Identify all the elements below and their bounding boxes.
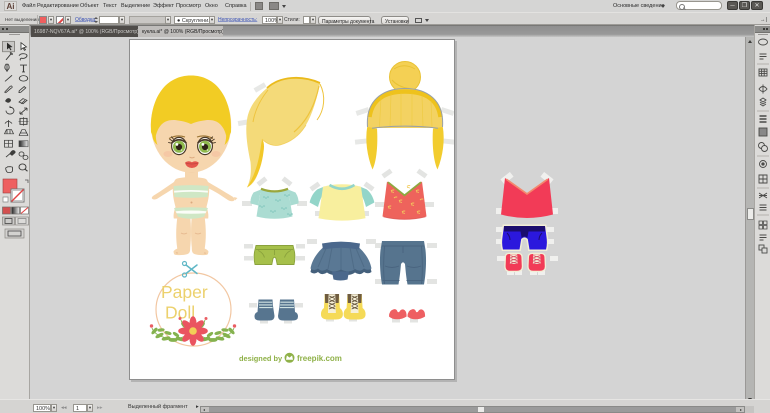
svg-text:Paper: Paper	[161, 282, 208, 302]
svg-text:freepik.com: freepik.com	[297, 354, 342, 363]
svg-text:designed by: designed by	[239, 354, 283, 363]
